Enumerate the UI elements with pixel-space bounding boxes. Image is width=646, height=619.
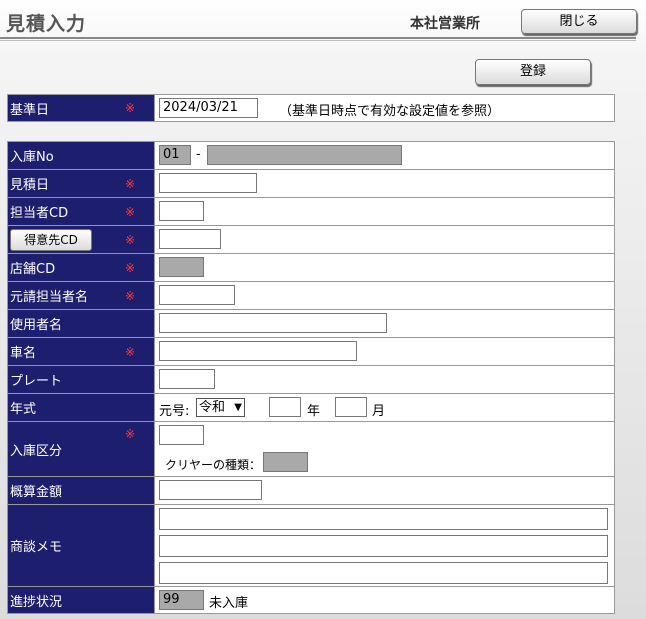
close-button[interactable]: 閉じる bbox=[521, 9, 637, 34]
entry-no-prefix-input[interactable]: 01 bbox=[159, 145, 191, 165]
customer-cd-value-cell bbox=[154, 225, 615, 254]
progress-code-input[interactable]: 99 bbox=[159, 590, 204, 610]
clear-type-input[interactable] bbox=[263, 452, 308, 472]
customer-cd-label-cell: 得意先CD ※ bbox=[7, 225, 155, 254]
base-date-label-cell: 基準日 ※ bbox=[7, 94, 155, 122]
required-mark: ※ bbox=[125, 205, 136, 219]
user-name-label: 使用者名 bbox=[10, 318, 63, 333]
entry-category-value-cell: クリヤーの種類： bbox=[154, 421, 615, 477]
customer-cd-lookup-button[interactable]: 得意先CD bbox=[10, 229, 92, 251]
estimate-date-label-cell: 見積日 ※ bbox=[7, 169, 155, 198]
entry-no-value-cell: 01 - bbox=[154, 141, 615, 170]
chevron-down-icon: ▼ bbox=[234, 402, 242, 413]
car-name-input[interactable] bbox=[159, 341, 357, 361]
staff-cd-label-cell: 担当者CD ※ bbox=[7, 197, 155, 226]
required-mark: ※ bbox=[125, 101, 136, 115]
customer-cd-input[interactable] bbox=[159, 229, 221, 249]
year-unit: 年 bbox=[307, 404, 321, 419]
entry-category-input[interactable] bbox=[159, 425, 204, 445]
staff-cd-label: 担当者CD bbox=[10, 206, 69, 221]
progress-label: 進捗状況 bbox=[10, 594, 63, 610]
era-select-value: 令和 bbox=[199, 400, 226, 415]
staff-cd-input[interactable] bbox=[159, 201, 204, 221]
estimated-amount-input[interactable] bbox=[159, 480, 262, 500]
base-date-note: （基準日時点で有効な設定値を参照） bbox=[279, 104, 501, 119]
estimated-amount-value-cell bbox=[154, 476, 615, 505]
car-name-label: 車名 bbox=[10, 346, 37, 361]
year-input[interactable] bbox=[269, 397, 301, 417]
store-cd-input[interactable] bbox=[159, 257, 204, 277]
progress-label-cell: 進捗状況 bbox=[7, 586, 155, 614]
user-name-input[interactable] bbox=[159, 313, 387, 333]
store-cd-label: 店舗CD bbox=[10, 262, 56, 277]
entry-no-separator: - bbox=[196, 147, 201, 162]
base-date-input[interactable]: 2024/03/21 bbox=[159, 98, 258, 118]
car-name-label-cell: 車名 ※ bbox=[7, 337, 155, 366]
progress-status-text: 未入庫 bbox=[209, 596, 249, 611]
store-cd-label-cell: 店舗CD ※ bbox=[7, 253, 155, 282]
user-name-label-cell: 使用者名 bbox=[7, 309, 155, 338]
estimated-amount-label-cell: 概算金額 bbox=[7, 476, 155, 505]
entry-category-label: 入庫区分 bbox=[10, 443, 63, 459]
clear-type-label: クリヤーの種類： bbox=[165, 458, 262, 472]
plate-label: プレート bbox=[10, 374, 63, 389]
memo-input-line-3[interactable] bbox=[159, 562, 608, 584]
required-mark: ※ bbox=[125, 427, 136, 441]
model-year-value-cell: 元号: 令和 ▼ 年 月 bbox=[154, 393, 615, 422]
required-mark: ※ bbox=[125, 233, 136, 247]
required-mark: ※ bbox=[125, 289, 136, 303]
contractor-staff-label: 元請担当者名 bbox=[10, 290, 89, 305]
model-year-label: 年式 bbox=[10, 402, 37, 417]
memo-value-cell bbox=[154, 504, 615, 587]
memo-input-line-1[interactable] bbox=[159, 508, 608, 530]
memo-label-cell: 商談メモ bbox=[7, 504, 155, 587]
memo-input-line-2[interactable] bbox=[159, 535, 608, 557]
contractor-staff-label-cell: 元請担当者名 ※ bbox=[7, 281, 155, 310]
base-date-label: 基準日 bbox=[10, 102, 50, 118]
user-name-value-cell bbox=[154, 309, 615, 338]
estimate-date-input[interactable] bbox=[159, 173, 257, 193]
store-cd-value-cell bbox=[154, 253, 615, 282]
contractor-staff-value-cell bbox=[154, 281, 615, 310]
required-mark: ※ bbox=[125, 345, 136, 359]
contractor-staff-input[interactable] bbox=[159, 285, 235, 305]
page-title: 見積入力 bbox=[6, 13, 87, 35]
entry-no-label: 入庫No bbox=[10, 150, 54, 165]
car-name-value-cell bbox=[154, 337, 615, 366]
header-divider bbox=[0, 37, 636, 39]
entry-no-input[interactable] bbox=[207, 145, 402, 165]
required-mark: ※ bbox=[125, 261, 136, 275]
era-select[interactable]: 令和 ▼ bbox=[196, 398, 245, 417]
register-button[interactable]: 登録 bbox=[475, 59, 591, 85]
month-unit: 月 bbox=[372, 404, 386, 419]
plate-input[interactable] bbox=[159, 369, 215, 389]
entry-no-label-cell: 入庫No bbox=[7, 141, 155, 170]
estimate-form-table: 入庫No 01 - 見積日 ※ 担当者CD ※ 得意先CD ※ 店舗CD ※ 元… bbox=[7, 141, 615, 614]
estimate-date-value-cell bbox=[154, 169, 615, 198]
base-date-table: 基準日 ※ 2024/03/21 （基準日時点で有効な設定値を参照） bbox=[7, 94, 615, 122]
office-name: 本社営業所 bbox=[410, 16, 480, 32]
estimate-date-label: 見積日 bbox=[10, 178, 50, 193]
month-input[interactable] bbox=[335, 397, 367, 417]
plate-value-cell bbox=[154, 365, 615, 394]
estimated-amount-label: 概算金額 bbox=[10, 485, 63, 500]
model-year-label-cell: 年式 bbox=[7, 393, 155, 422]
era-label: 元号: bbox=[159, 404, 190, 419]
header-divider-light bbox=[0, 40, 636, 41]
plate-label-cell: プレート bbox=[7, 365, 155, 394]
required-mark: ※ bbox=[125, 177, 136, 191]
staff-cd-value-cell bbox=[154, 197, 615, 226]
base-date-value-cell: 2024/03/21 （基準日時点で有効な設定値を参照） bbox=[154, 94, 615, 122]
progress-value-cell: 99 未入庫 bbox=[154, 586, 615, 614]
memo-label: 商談メモ bbox=[10, 540, 63, 555]
entry-category-label-cell: 入庫区分 ※ bbox=[7, 421, 155, 477]
